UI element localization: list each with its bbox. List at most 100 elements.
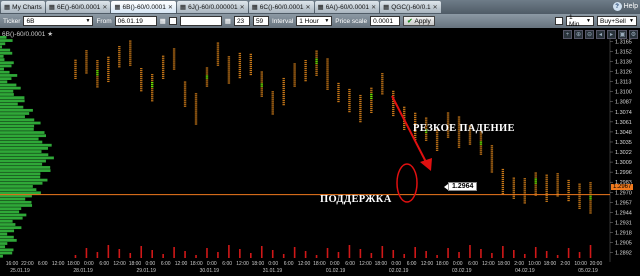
volume-bar xyxy=(523,254,526,258)
price-scale-input[interactable]: 0.0001 xyxy=(370,16,401,26)
arrow-right-icon[interactable]: ▸ xyxy=(607,30,616,39)
close-icon[interactable]: ✕ xyxy=(433,4,438,11)
chart-area[interactable]: 1.3165 1.3152 1.3139 1.3126 1.3113 1.3100 1.30… xyxy=(0,28,640,274)
support-circle xyxy=(396,163,418,203)
volume-bar xyxy=(392,250,395,258)
calendar-icon[interactable]: ▦ xyxy=(160,17,166,25)
footprint-cell xyxy=(359,119,362,121)
zoom-in-icon[interactable]: ⊕ xyxy=(574,30,583,39)
footprint-cell xyxy=(534,190,537,192)
tab-label: 6J()-60/0.000001 xyxy=(188,3,238,11)
ticker-select[interactable]: 6B ▼ xyxy=(23,16,94,26)
footprint-cell xyxy=(523,186,526,188)
footprint-cell xyxy=(381,85,384,87)
footprint-cell xyxy=(479,137,483,139)
to-checkbox[interactable] xyxy=(168,17,177,25)
period-value: 1 Min xyxy=(569,14,580,28)
footprint-cell xyxy=(85,66,88,68)
footprint-cell xyxy=(216,44,220,46)
close-icon[interactable]: ✕ xyxy=(306,4,311,11)
volume-profile-bar xyxy=(0,64,12,68)
arrow-left-icon[interactable]: ◂ xyxy=(596,30,605,39)
footprint-cell xyxy=(403,108,406,110)
footprint-cell xyxy=(118,62,121,64)
fit-icon[interactable]: ▣ xyxy=(618,30,627,39)
volume-bar xyxy=(414,247,416,258)
footprint-cell xyxy=(359,121,362,123)
footprint-cell xyxy=(96,84,99,86)
tab-my-charts[interactable]: ▦ My Charts xyxy=(1,1,45,13)
star-icon[interactable]: ★ xyxy=(47,31,53,38)
help-icon: ? xyxy=(612,2,622,11)
volume-profile-bar xyxy=(0,235,14,239)
help-button[interactable]: ? Help xyxy=(612,2,638,11)
minute-input[interactable]: 59 xyxy=(252,16,269,26)
y-tick-label: 1.2892 xyxy=(615,251,632,257)
footprint-cell xyxy=(172,68,176,70)
footprint-cell xyxy=(468,141,472,143)
footprint-cell xyxy=(304,64,307,66)
footprint-cell xyxy=(129,60,132,62)
zoom-out-icon[interactable]: ⊖ xyxy=(585,30,594,39)
footprint-cell xyxy=(96,64,99,66)
x-tick-label: 6:00 xyxy=(468,261,478,267)
interval-select[interactable]: 1 Hour ▼ xyxy=(296,16,333,26)
tab-6a[interactable]: ▦ 6A()-60/0.0001 ✕ xyxy=(314,1,380,13)
x-tick-label: 0:00 xyxy=(391,261,401,267)
footprint-cell xyxy=(589,208,592,210)
checkmark-icon: ✔ xyxy=(407,18,413,25)
to-date-input[interactable] xyxy=(179,16,222,26)
footprint-cell xyxy=(479,141,483,143)
volume-bar xyxy=(326,248,329,258)
footprint-cell xyxy=(457,120,461,122)
footprint-cell xyxy=(238,66,242,69)
footprint-cell xyxy=(161,77,165,79)
x-tick-label: 18:00 xyxy=(313,261,326,267)
footprint-cell xyxy=(337,100,340,103)
footprint-cell xyxy=(271,105,274,107)
footprint-cell xyxy=(194,99,198,101)
option-checkbox[interactable] xyxy=(555,17,563,25)
calendar-icon[interactable]: ▦ xyxy=(225,17,231,25)
volume-profile-bar xyxy=(0,48,11,52)
footprint-cell xyxy=(315,56,318,58)
footprint-cell xyxy=(227,70,231,72)
mode-select[interactable]: Buy+Sell ▼ xyxy=(597,16,637,26)
footprint-cell xyxy=(326,86,329,88)
footprint-cell xyxy=(161,71,165,73)
footprint-cell xyxy=(348,88,351,91)
footprint-cell xyxy=(183,95,187,97)
footprint-cell xyxy=(150,86,154,88)
y-tick-label: 1.3061 xyxy=(615,120,632,126)
tab-6b[interactable]: ▦ 6B()-60/0.0001 ✕ xyxy=(111,1,176,13)
period-select[interactable]: 1 Min ▼ xyxy=(566,14,594,28)
apply-button[interactable]: ✔ Apply xyxy=(403,16,435,26)
tab-6c[interactable]: ▦ 6C()-60/0.0001 ✕ xyxy=(248,1,314,13)
crosshair-icon[interactable]: + xyxy=(563,30,572,39)
footprint-cell xyxy=(150,82,154,84)
tab-qgc[interactable]: ▦ QGC()-60/0.1 ✕ xyxy=(380,1,441,13)
volume-profile-bar xyxy=(0,197,26,201)
footprint-cell xyxy=(260,85,263,87)
volume-profile-bar xyxy=(0,45,2,49)
footprint-cell xyxy=(96,76,99,78)
footprint-cell xyxy=(238,52,242,55)
footprint-cell xyxy=(260,77,263,79)
footprint-chart[interactable]: 1.3165 1.3152 1.3139 1.3126 1.3113 1.3100 1.30… xyxy=(0,28,640,274)
hour-input[interactable]: 23 xyxy=(233,16,250,26)
tab-6j[interactable]: ▦ 6J()-60/0.000001 ✕ xyxy=(176,1,248,13)
volume-profile-bar xyxy=(0,61,14,65)
close-icon[interactable]: ✕ xyxy=(371,4,376,11)
settings-icon[interactable]: ⚙ xyxy=(629,30,638,39)
from-date-input[interactable]: 06.01.19 xyxy=(114,16,157,26)
volume-bar xyxy=(96,252,99,258)
close-icon[interactable]: ✕ xyxy=(240,4,245,11)
footprint-cell xyxy=(490,149,494,151)
price-scale-value: 0.0001 xyxy=(373,17,393,25)
tab-6e[interactable]: ▦ 6E()-60/0.0001 ✕ xyxy=(45,1,111,13)
close-icon[interactable]: ✕ xyxy=(168,4,173,11)
footprint-cell xyxy=(413,120,417,122)
close-icon[interactable]: ✕ xyxy=(102,4,107,11)
footprint-cell xyxy=(227,68,231,70)
footprint-cell xyxy=(348,100,351,103)
